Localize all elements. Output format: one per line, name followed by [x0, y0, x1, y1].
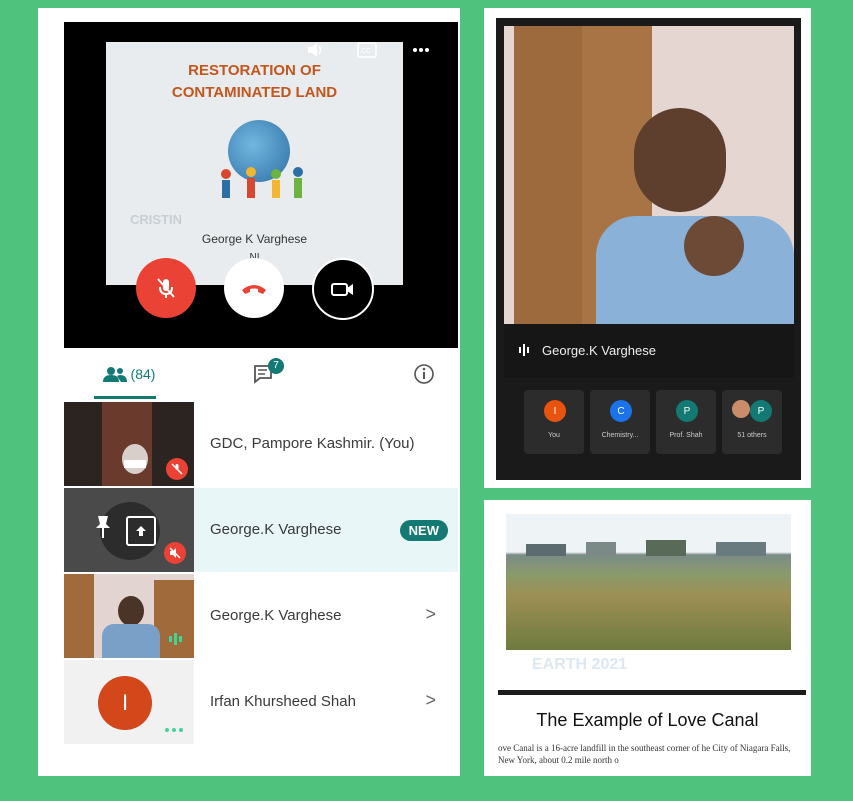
slide-author: George K Varghese: [201, 232, 308, 246]
people-icon: [102, 367, 127, 382]
tile-prof-shah[interactable]: P Prof. Shah: [656, 390, 716, 454]
captions-icon[interactable]: CC: [356, 40, 378, 60]
tile-others[interactable]: P 51 others: [722, 390, 782, 454]
speaker-name-bar: George.K Varghese: [504, 324, 794, 378]
avatar: C: [610, 400, 632, 422]
chevron-right-icon[interactable]: >: [425, 690, 436, 711]
speaker-frame: George.K Varghese I You C Chemistry... P…: [496, 18, 801, 480]
mic-off-icon: [157, 278, 175, 298]
mic-toggle-button[interactable]: [136, 258, 196, 318]
active-tab-indicator: [94, 396, 156, 399]
video-toggle-button[interactable]: [312, 258, 374, 320]
participant-tiles: I You C Chemistry... P Prof. Shah P 51 o…: [524, 390, 784, 454]
audio-level-icon: [518, 344, 532, 359]
divider: [498, 690, 806, 695]
tab-info[interactable]: [402, 350, 446, 398]
tile-you[interactable]: I You: [524, 390, 584, 454]
participant-name: Irfan Khursheed Shah: [210, 693, 356, 710]
participant-row[interactable]: GDC, Pampore Kashmir. (You): [64, 402, 458, 486]
avatar-letter: I: [121, 690, 129, 715]
pin-icon[interactable]: [92, 514, 114, 545]
tile-label: 51 others: [737, 432, 767, 439]
hang-up-icon: [242, 285, 266, 294]
people-illustration: [221, 167, 303, 198]
participant-video: I: [64, 660, 194, 744]
mic-off-icon: [166, 458, 188, 480]
article-title: The Example of Love Canal: [536, 710, 759, 730]
chevron-right-icon[interactable]: >: [425, 604, 436, 625]
more-dots-icon: [164, 720, 184, 738]
slide-title: RESTORATION OF CONTAMINATED LAND: [106, 60, 403, 104]
present-screen-icon[interactable]: [126, 516, 156, 546]
tab-people[interactable]: (84): [94, 350, 164, 398]
avatar: I: [544, 400, 566, 422]
people-count: (84): [130, 366, 156, 382]
avatar: P: [750, 400, 772, 422]
avatar: P: [676, 400, 698, 422]
participant-row[interactable]: George.K Varghese NEW: [64, 488, 458, 572]
participant-row[interactable]: George.K Varghese >: [64, 574, 458, 658]
video-off-icon: [331, 283, 353, 296]
avatar: [732, 400, 750, 418]
more-options-icon[interactable]: [410, 40, 432, 60]
presentation-view[interactable]: RESTORATION OF CONTAMINATED LAND CRISTIN…: [64, 22, 458, 348]
slide-title-line2: CONTAMINATED LAND: [171, 84, 338, 101]
tile-label: You: [548, 432, 560, 439]
chat-badge: 7: [268, 358, 284, 374]
speaker-name: George.K Varghese: [542, 343, 656, 358]
tab-bar: (84) 7: [64, 350, 458, 400]
audio-level-icon: [168, 632, 184, 651]
earth-watermark: EARTH 2021: [532, 656, 628, 673]
tile-chemistry[interactable]: C Chemistry...: [590, 390, 650, 454]
speaker-video[interactable]: [504, 26, 794, 324]
speaker-icon[interactable]: [304, 40, 326, 60]
participant-name: GDC, Pampore Kashmir. (You): [210, 435, 415, 452]
svg-text:CC: CC: [361, 48, 371, 55]
speaker-panel: George.K Varghese I You C Chemistry... P…: [484, 8, 811, 488]
meeting-panel: RESTORATION OF CONTAMINATED LAND CRISTIN…: [38, 8, 460, 776]
mic-off-icon: [164, 542, 186, 564]
article-panel: EARTH 2021 The Example of Love Canal ove…: [484, 500, 811, 776]
shared-slide: RESTORATION OF CONTAMINATED LAND CRISTIN…: [106, 42, 403, 285]
slide-title-line1: RESTORATION OF: [188, 62, 321, 79]
love-canal-photo: [506, 514, 791, 650]
tile-label: Prof. Shah: [669, 432, 703, 439]
participant-row[interactable]: I Irfan Khursheed Shah >: [64, 660, 458, 744]
tab-chat[interactable]: 7: [242, 350, 286, 398]
avatar: I: [98, 676, 152, 730]
slide-watermark: CRISTIN: [130, 212, 182, 227]
participant-name: George.K Varghese: [210, 607, 342, 624]
end-call-button[interactable]: [224, 258, 284, 318]
info-icon: [414, 364, 434, 384]
tile-label: Chemistry...: [601, 432, 639, 439]
article-body: ove Canal is a 16-acre landfill in the s…: [498, 743, 791, 765]
new-badge: NEW: [399, 520, 448, 541]
participant-name: George.K Varghese: [210, 521, 342, 538]
